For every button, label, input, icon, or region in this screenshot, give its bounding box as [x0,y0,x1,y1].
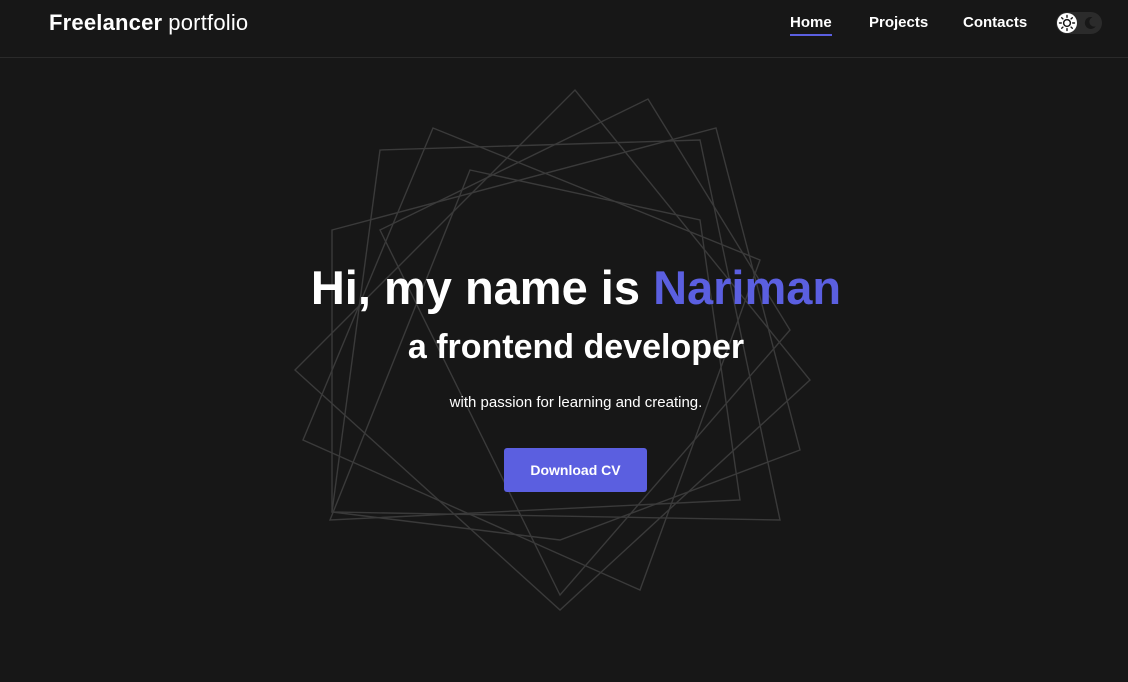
theme-toggle[interactable] [1056,12,1102,34]
hero-tagline: with passion for learning and creating. [449,394,703,411]
sun-icon [1058,14,1076,32]
hero-role: a frontend developer [407,328,745,366]
hero-name: Nariman [653,261,842,314]
nav-link-home[interactable]: Home [790,14,832,36]
page: Freelancer portfolio Home Projects Contac… [0,0,1128,682]
moon-icon [1081,14,1099,32]
hero-heading: Hi, my name is Nariman [0,258,1128,318]
download-cv-button[interactable]: Download CV [504,448,647,492]
toggle-knob [1057,13,1077,33]
hero-greeting: Hi, my name is [310,261,654,314]
nav-link-contacts[interactable]: Contacts [963,14,1027,32]
main-nav: Home Projects Contacts [0,14,1128,44]
nav-link-projects[interactable]: Projects [869,14,928,32]
top-navbar: Freelancer portfolio Home Projects Contac… [0,0,1128,58]
